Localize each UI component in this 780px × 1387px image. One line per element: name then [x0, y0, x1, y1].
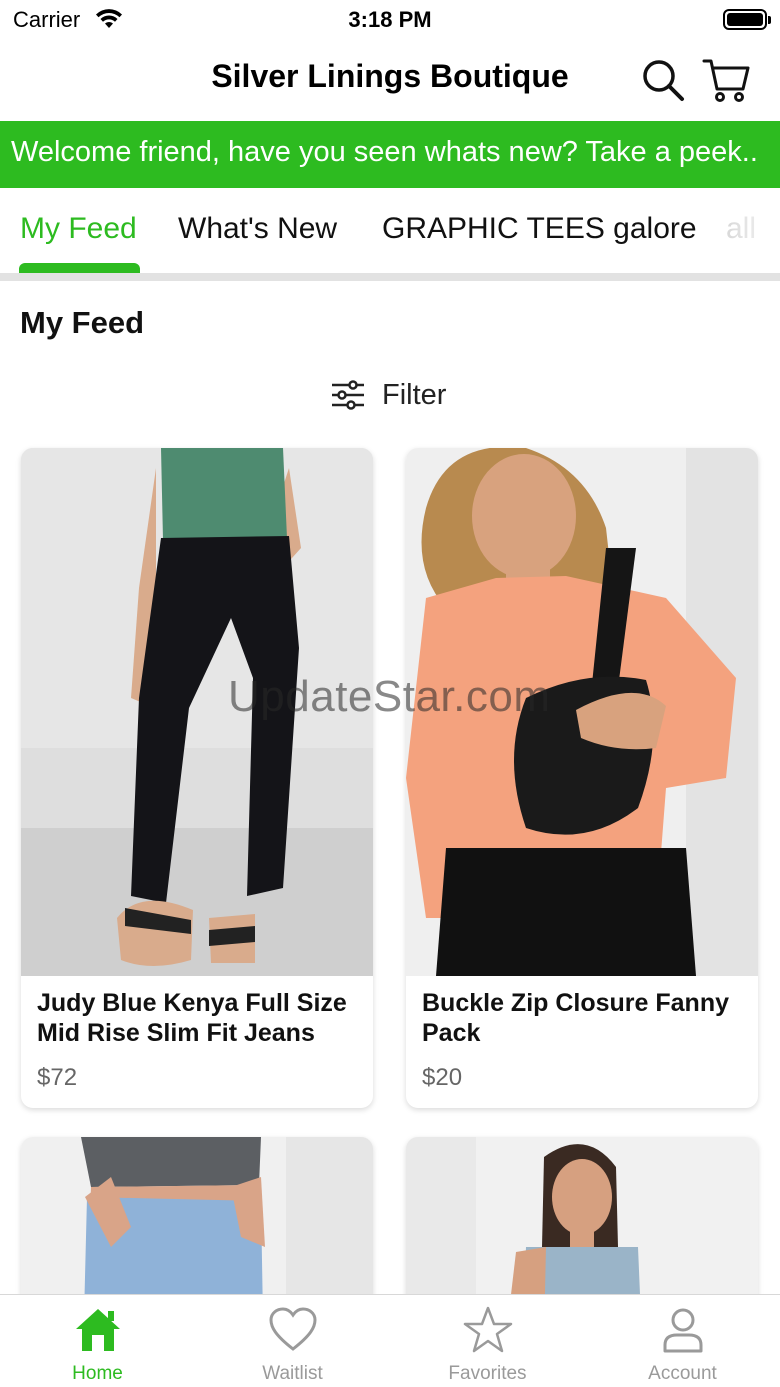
tabbar-favorites[interactable]: Favorites	[390, 1295, 585, 1387]
category-tabs: My Feed What's New GRAPHIC TEES galore a…	[0, 188, 780, 274]
bottom-tab-bar: Home Waitlist Favorites Account	[0, 1294, 780, 1387]
filter-button[interactable]: Filter	[330, 374, 446, 416]
app-header: Silver Linings Boutique	[0, 40, 780, 120]
page-title: My Feed	[20, 305, 145, 340]
tab-whats-new[interactable]: What's New	[178, 212, 337, 246]
tabbar-label: Home	[72, 1363, 123, 1384]
battery-icon	[723, 9, 771, 30]
search-icon	[643, 60, 684, 101]
home-icon	[76, 1309, 120, 1351]
tab-my-feed[interactable]: My Feed	[20, 212, 137, 246]
cart-button[interactable]	[700, 54, 752, 106]
status-bar: Carrier 3:18 PM	[0, 0, 780, 40]
tabbar-label: Favorites	[448, 1363, 527, 1384]
filter-label: Filter	[382, 378, 447, 411]
search-button[interactable]	[637, 54, 689, 106]
welcome-banner[interactable]: Welcome friend, have you seen whats new?…	[0, 121, 780, 188]
cart-icon	[702, 59, 750, 102]
tabbar-home[interactable]: Home	[0, 1295, 195, 1387]
tabbar-label: Account	[648, 1363, 717, 1384]
product-card[interactable]: Judy Blue Kenya Full Size Mid Rise Slim …	[21, 448, 373, 1108]
tabs-divider	[0, 273, 780, 281]
tabbar-label: Waitlist	[262, 1363, 323, 1384]
banner-text: Welcome friend, have you seen whats new?…	[11, 136, 758, 168]
tabs-fade	[710, 188, 780, 268]
product-price: $72	[37, 1064, 78, 1091]
star-icon	[463, 1306, 513, 1353]
tabbar-account[interactable]: Account	[585, 1295, 780, 1387]
product-name: Judy Blue Kenya Full Size Mid Rise Slim …	[37, 989, 347, 1047]
heart-icon	[269, 1307, 317, 1351]
product-card[interactable]: Buckle Zip Closure Fanny Pack $20	[406, 448, 758, 1108]
sliders-icon	[332, 380, 364, 410]
product-price: $20	[422, 1064, 463, 1091]
clock: 3:18 PM	[348, 7, 432, 32]
person-icon	[663, 1308, 703, 1353]
tab-graphic-tees[interactable]: GRAPHIC TEES galore	[382, 212, 697, 246]
watermark: UpdateStar.com	[228, 672, 551, 721]
product-name: Buckle Zip Closure Fanny Pack	[422, 989, 730, 1047]
tabbar-waitlist[interactable]: Waitlist	[195, 1295, 390, 1387]
